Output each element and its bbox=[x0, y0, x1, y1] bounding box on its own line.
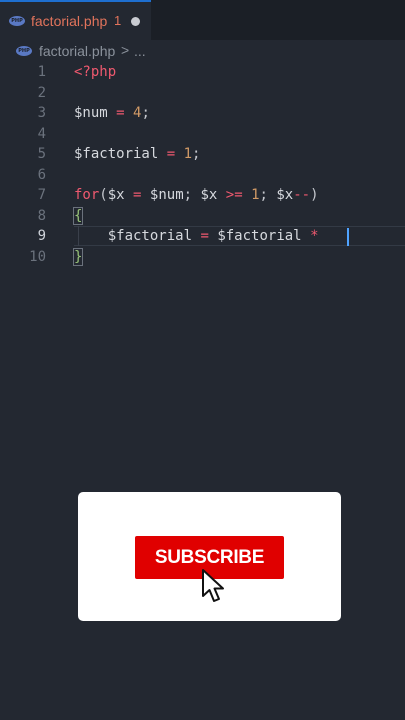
code-token: $x bbox=[276, 187, 294, 203]
php-file-icon: PHP bbox=[9, 16, 25, 26]
code-token: ; bbox=[183, 187, 201, 203]
line-number: 6 bbox=[37, 166, 46, 183]
code-token: <?php bbox=[74, 64, 117, 80]
code-line[interactable]: { bbox=[72, 206, 84, 226]
code-token: >= bbox=[225, 187, 243, 203]
code-token: $num bbox=[149, 187, 184, 203]
code-line[interactable]: $num = 4; bbox=[74, 103, 150, 123]
code-token: { bbox=[72, 206, 84, 225]
line-number: 8 bbox=[37, 207, 46, 224]
code-token: for bbox=[74, 187, 100, 203]
mouse-pointer-icon bbox=[202, 569, 224, 602]
code-token: ; bbox=[259, 187, 277, 203]
line-number: 9 bbox=[37, 228, 46, 244]
code-token: $factorial bbox=[107, 228, 193, 244]
code-token: } bbox=[72, 247, 84, 266]
unsaved-dot-icon[interactable] bbox=[131, 17, 140, 26]
problem-count-badge: 1 bbox=[114, 13, 122, 28]
code-line[interactable]: $factorial = $factorial * bbox=[74, 226, 327, 246]
code-line[interactable]: for($x = $num; $x >= 1; $x--) bbox=[74, 185, 319, 205]
line-number: 2 bbox=[37, 84, 46, 101]
code-token: ; bbox=[141, 105, 150, 121]
code-token: $factorial bbox=[74, 146, 159, 162]
editor-tab-bar: PHP factorial.php 1 bbox=[0, 0, 405, 40]
subscribe-card: SUBSCRIBE bbox=[78, 492, 341, 621]
line-number: 1 bbox=[37, 64, 46, 80]
php-file-icon: PHP bbox=[16, 46, 32, 56]
breadcrumb: PHP factorial.php > ... bbox=[0, 40, 405, 64]
code-token: = bbox=[116, 105, 125, 121]
line-number: 7 bbox=[37, 187, 46, 203]
code-line[interactable]: <?php bbox=[74, 62, 116, 82]
code-token: 1 bbox=[251, 187, 260, 203]
code-token: = bbox=[166, 146, 176, 162]
chevron-right-icon: > bbox=[121, 42, 130, 58]
tab-factorial-php[interactable]: PHP factorial.php 1 bbox=[0, 0, 151, 40]
line-number: 4 bbox=[37, 125, 46, 142]
line-number: 10 bbox=[29, 248, 46, 265]
code-token: ; bbox=[192, 146, 201, 162]
line-number: 3 bbox=[37, 105, 46, 121]
code-token: = bbox=[200, 228, 209, 244]
code-token: ( bbox=[99, 187, 108, 203]
code-token: 1 bbox=[183, 146, 193, 162]
code-token: -- bbox=[293, 187, 311, 203]
line-number: 5 bbox=[37, 146, 46, 162]
code-token: $factorial bbox=[217, 228, 302, 244]
code-line[interactable]: $factorial = 1; bbox=[74, 144, 200, 164]
code-token: * bbox=[310, 228, 319, 244]
breadcrumb-more[interactable]: ... bbox=[134, 43, 146, 59]
code-token: $x bbox=[200, 187, 218, 203]
breadcrumb-file[interactable]: factorial.php bbox=[39, 43, 115, 59]
code-token: ) bbox=[310, 187, 319, 203]
code-line[interactable]: } bbox=[72, 247, 84, 267]
code-token: $num bbox=[74, 105, 108, 121]
tab-title: factorial.php bbox=[31, 13, 108, 29]
text-cursor bbox=[347, 228, 349, 246]
code-token: $x bbox=[107, 187, 125, 203]
